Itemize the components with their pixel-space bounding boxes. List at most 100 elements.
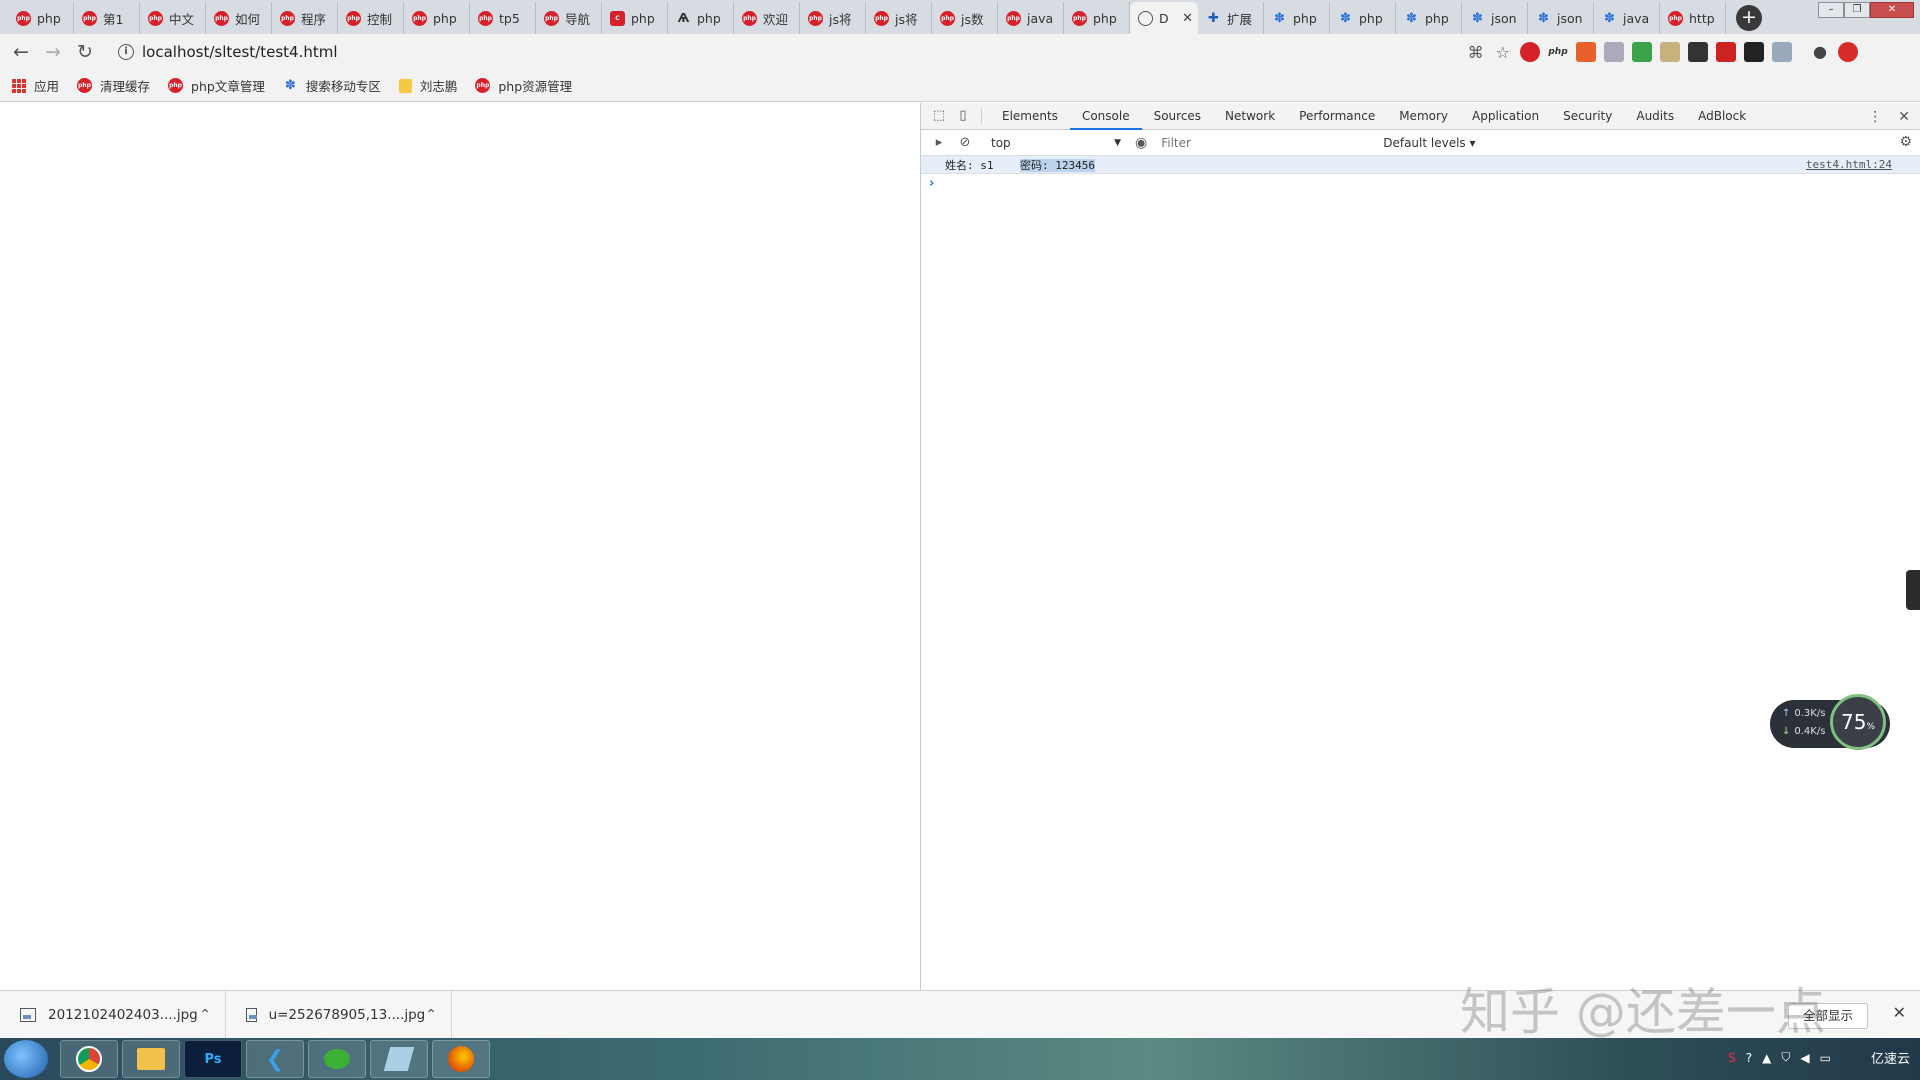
- minimize-button[interactable]: –: [1818, 2, 1844, 18]
- forward-button[interactable]: →: [40, 39, 66, 65]
- download-item[interactable]: u=252678905,13....jpg ⌃: [226, 990, 452, 1039]
- more-options-icon[interactable]: ⋮: [1868, 109, 1882, 125]
- photoshop-taskbar-icon[interactable]: Ps: [184, 1040, 242, 1078]
- volume-icon[interactable]: ◀: [1800, 1051, 1809, 1065]
- url-text[interactable]: localhost/sltest/test4.html: [142, 43, 338, 61]
- chrome-taskbar-icon[interactable]: [60, 1040, 118, 1078]
- network-icon[interactable]: ▭: [1820, 1051, 1831, 1065]
- tab-25[interactable]: php http: [1660, 2, 1726, 34]
- close-devtools-icon[interactable]: ✕: [1898, 109, 1910, 125]
- tab-15[interactable]: php java: [998, 2, 1064, 34]
- devtools-tab-adblock[interactable]: AdBlock: [1686, 103, 1758, 130]
- chevron-up-icon[interactable]: ⌃: [199, 1007, 211, 1023]
- tab-20[interactable]: ✽ php: [1330, 2, 1396, 34]
- php-extension-icon[interactable]: php: [1548, 42, 1568, 62]
- tab-6[interactable]: php php: [404, 2, 470, 34]
- bookmark-item[interactable]: 刘志鹏: [398, 76, 457, 95]
- close-icon[interactable]: ✕: [1893, 1003, 1906, 1022]
- tab-9[interactable]: Cphp: [602, 2, 668, 34]
- tray-expand-icon[interactable]: ▲: [1762, 1051, 1771, 1065]
- vscode-taskbar-icon[interactable]: ❮: [246, 1040, 304, 1078]
- sidebar-toggle-icon[interactable]: ▸: [931, 135, 947, 151]
- memory-percent-circle[interactable]: 75%: [1830, 694, 1886, 750]
- bookmark-item[interactable]: php php资源管理: [475, 76, 572, 95]
- ghost-extension-icon[interactable]: [1688, 42, 1708, 62]
- network-speed-widget[interactable]: ↑ 0.3K/s ↓ 0.4K/s 75%: [1770, 694, 1890, 750]
- tab-17[interactable]: D ✕: [1130, 2, 1198, 34]
- tab-10[interactable]: Ѧphp: [668, 2, 734, 34]
- update-icon[interactable]: [1838, 42, 1858, 62]
- tab-4[interactable]: php 程序: [272, 2, 338, 34]
- live-expression-eye-icon[interactable]: ◉: [1135, 135, 1147, 151]
- devtools-tab-network[interactable]: Network: [1213, 103, 1287, 130]
- close-window-button[interactable]: ✕: [1870, 2, 1914, 18]
- back-button[interactable]: ←: [8, 39, 34, 65]
- translate-icon[interactable]: ⌘: [1468, 43, 1484, 62]
- console-filter-input[interactable]: [1157, 132, 1378, 153]
- side-handle[interactable]: [1906, 570, 1920, 610]
- devtools-tab-sources[interactable]: Sources: [1142, 103, 1213, 130]
- font-extension-icon[interactable]: [1744, 42, 1764, 62]
- image-extension-icon[interactable]: [1660, 42, 1680, 62]
- close-tab-icon[interactable]: ✕: [1182, 11, 1193, 26]
- devtools-tab-audits[interactable]: Audits: [1624, 103, 1686, 130]
- bookmark-item[interactable]: ✽ 搜索移动专区: [283, 76, 381, 95]
- download-item[interactable]: 2012102402403....jpg ⌃: [0, 990, 226, 1039]
- devtools-tab-memory[interactable]: Memory: [1387, 103, 1460, 130]
- explorer-taskbar-icon[interactable]: [122, 1040, 180, 1078]
- tab-21[interactable]: ✽ php: [1396, 2, 1462, 34]
- tab-11[interactable]: php 欢迎: [734, 2, 800, 34]
- device-toolbar-icon[interactable]: ▯: [955, 108, 971, 124]
- tab-12[interactable]: php js将: [800, 2, 866, 34]
- new-tab-button[interactable]: +: [1736, 5, 1762, 31]
- profile-avatar-icon[interactable]: ●: [1810, 42, 1830, 62]
- bookmark-item[interactable]: 应用: [12, 76, 59, 95]
- tab-23[interactable]: ✽ json: [1528, 2, 1594, 34]
- tab-18[interactable]: ✚ 扩展: [1198, 2, 1264, 34]
- tab-3[interactable]: php 如何: [206, 2, 272, 34]
- tab-16[interactable]: php php: [1064, 2, 1130, 34]
- gear-icon[interactable]: ⚙: [1899, 134, 1912, 150]
- notepad-taskbar-icon[interactable]: [370, 1040, 428, 1078]
- tab-13[interactable]: php js将: [866, 2, 932, 34]
- log-levels-dropdown[interactable]: Default levels ▾: [1383, 136, 1475, 150]
- help-icon[interactable]: ?: [1746, 1051, 1752, 1065]
- address-bar[interactable]: i localhost/sltest/test4.html ⌘ ☆: [110, 38, 1510, 66]
- tab-8[interactable]: php 导航: [536, 2, 602, 34]
- bookmark-star-icon[interactable]: ☆: [1496, 43, 1510, 62]
- console-prompt[interactable]: ›: [929, 176, 1920, 191]
- bookmark-item[interactable]: php 清理缓存: [77, 76, 150, 95]
- ime-icon[interactable]: S: [1728, 1051, 1736, 1065]
- tab-22[interactable]: ✽ json: [1462, 2, 1528, 34]
- firefox-taskbar-icon[interactable]: [432, 1040, 490, 1078]
- site-info-icon[interactable]: i: [118, 44, 134, 60]
- html-extension-icon[interactable]: [1576, 42, 1596, 62]
- devtools-tab-application[interactable]: Application: [1460, 103, 1551, 130]
- news-extension-icon[interactable]: [1716, 42, 1736, 62]
- tab-7[interactable]: php tp5: [470, 2, 536, 34]
- tab-24[interactable]: ✽ java: [1594, 2, 1660, 34]
- screenshot-extension-icon[interactable]: [1604, 42, 1624, 62]
- inspect-element-icon[interactable]: ⬚: [931, 108, 947, 124]
- context-selector[interactable]: top ▼: [987, 133, 1123, 153]
- opera-extension-icon[interactable]: [1520, 42, 1540, 62]
- bookmark-item[interactable]: php php文章管理: [168, 76, 265, 95]
- start-button[interactable]: [4, 1040, 48, 1078]
- shield-icon[interactable]: ⛉: [1781, 1050, 1790, 1065]
- devtools-tab-performance[interactable]: Performance: [1287, 103, 1387, 130]
- tab-0[interactable]: php php: [8, 2, 74, 34]
- blue-extension-icon[interactable]: [1772, 42, 1792, 62]
- chevron-up-icon[interactable]: ⌃: [425, 1007, 437, 1023]
- devtools-tab-security[interactable]: Security: [1551, 103, 1624, 130]
- colorpicker-extension-icon[interactable]: [1632, 42, 1652, 62]
- tab-2[interactable]: php 中文: [140, 2, 206, 34]
- tab-5[interactable]: php 控制: [338, 2, 404, 34]
- maximize-button[interactable]: ❐: [1844, 2, 1870, 18]
- tab-1[interactable]: php 第1: [74, 2, 140, 34]
- devtools-tab-elements[interactable]: Elements: [990, 103, 1070, 130]
- clear-console-icon[interactable]: ⊘: [957, 135, 973, 151]
- reload-button[interactable]: ↻: [72, 39, 98, 65]
- wechat-taskbar-icon[interactable]: [308, 1040, 366, 1078]
- tab-14[interactable]: php js数: [932, 2, 998, 34]
- tab-19[interactable]: ✽ php: [1264, 2, 1330, 34]
